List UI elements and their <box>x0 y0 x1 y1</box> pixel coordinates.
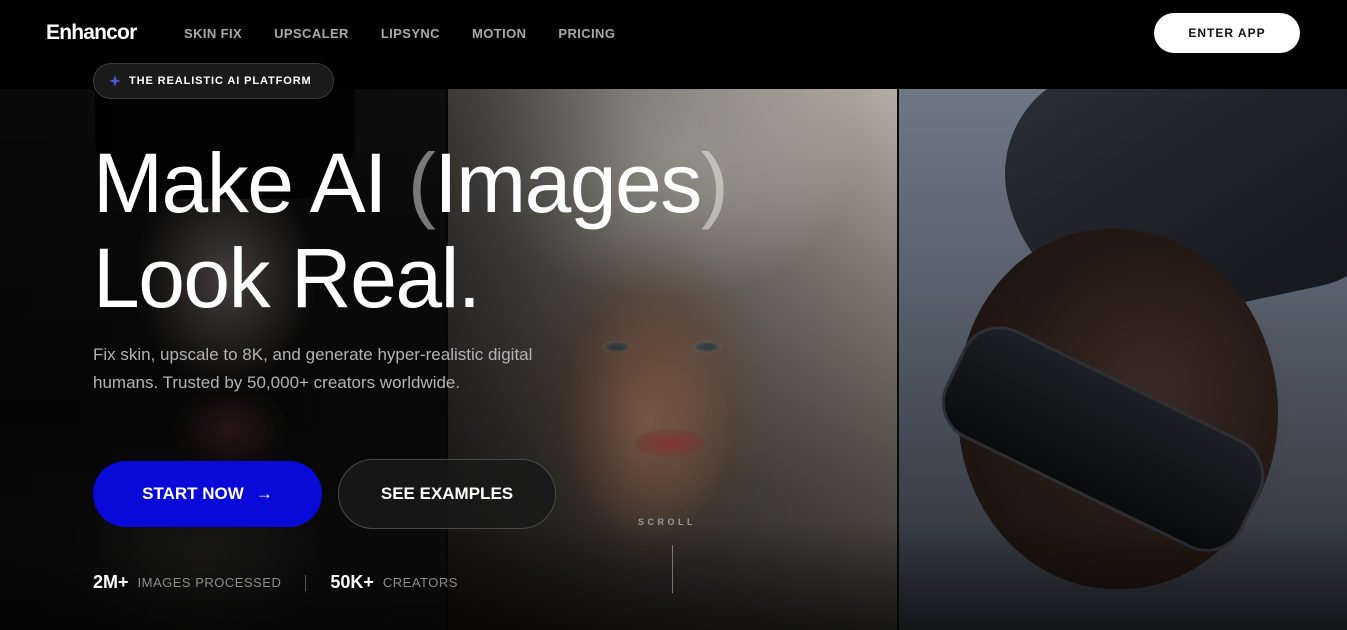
hero-stats: 2M+ IMAGES PROCESSED 50K+ CREATORS <box>93 572 458 593</box>
stat-value: 50K+ <box>330 572 374 592</box>
see-examples-button[interactable]: SEE EXAMPLES <box>338 459 556 529</box>
nav-link-lipsync[interactable]: LIPSYNC <box>381 26 440 41</box>
headline-part1: Make AI <box>93 136 408 230</box>
headline-highlight: Images <box>434 136 702 230</box>
stat-label: CREATORS <box>382 575 458 590</box>
mouth-shape <box>635 429 705 457</box>
headline-paren-close: ) <box>700 136 729 230</box>
scroll-indicator-label: SCROLL <box>638 517 696 527</box>
nav-link-pricing[interactable]: PRICING <box>558 26 615 41</box>
start-now-button[interactable]: START NOW → <box>93 461 322 527</box>
eye-shape <box>692 341 722 353</box>
nav-link-skin-fix[interactable]: SKIN FIX <box>184 26 242 41</box>
platform-badge: THE REALISTIC AI PLATFORM <box>93 63 334 99</box>
logo[interactable]: Enhancor <box>46 21 137 45</box>
stat-separator <box>305 574 307 591</box>
headline-line2: Look Real. <box>93 231 481 325</box>
start-now-label: START NOW <box>142 484 244 503</box>
headline-paren-open: ( <box>407 136 436 230</box>
stat-value: 2M+ <box>93 572 129 592</box>
arrow-right-icon: → <box>255 484 273 503</box>
hero-subtext: Fix skin, upscale to 8K, and generate hy… <box>93 345 533 392</box>
nav-link-motion[interactable]: MOTION <box>472 26 526 41</box>
nav-links: SKIN FIX UPSCALER LIPSYNC MOTION PRICING <box>184 26 615 41</box>
stat-label: IMAGES PROCESSED <box>137 575 282 590</box>
scroll-indicator-line <box>672 545 673 593</box>
enter-app-button[interactable]: ENTER APP <box>1154 13 1300 53</box>
badge-text: THE REALISTIC AI PLATFORM <box>129 75 312 87</box>
top-nav: Enhancor SKIN FIX UPSCALER LIPSYNC MOTIO… <box>0 0 1347 66</box>
sparkle-icon <box>109 75 121 87</box>
nav-link-upscaler[interactable]: UPSCALER <box>274 26 349 41</box>
eye-shape <box>602 341 632 353</box>
hero-headline: Make AI (Images) Look Real. <box>93 136 729 326</box>
